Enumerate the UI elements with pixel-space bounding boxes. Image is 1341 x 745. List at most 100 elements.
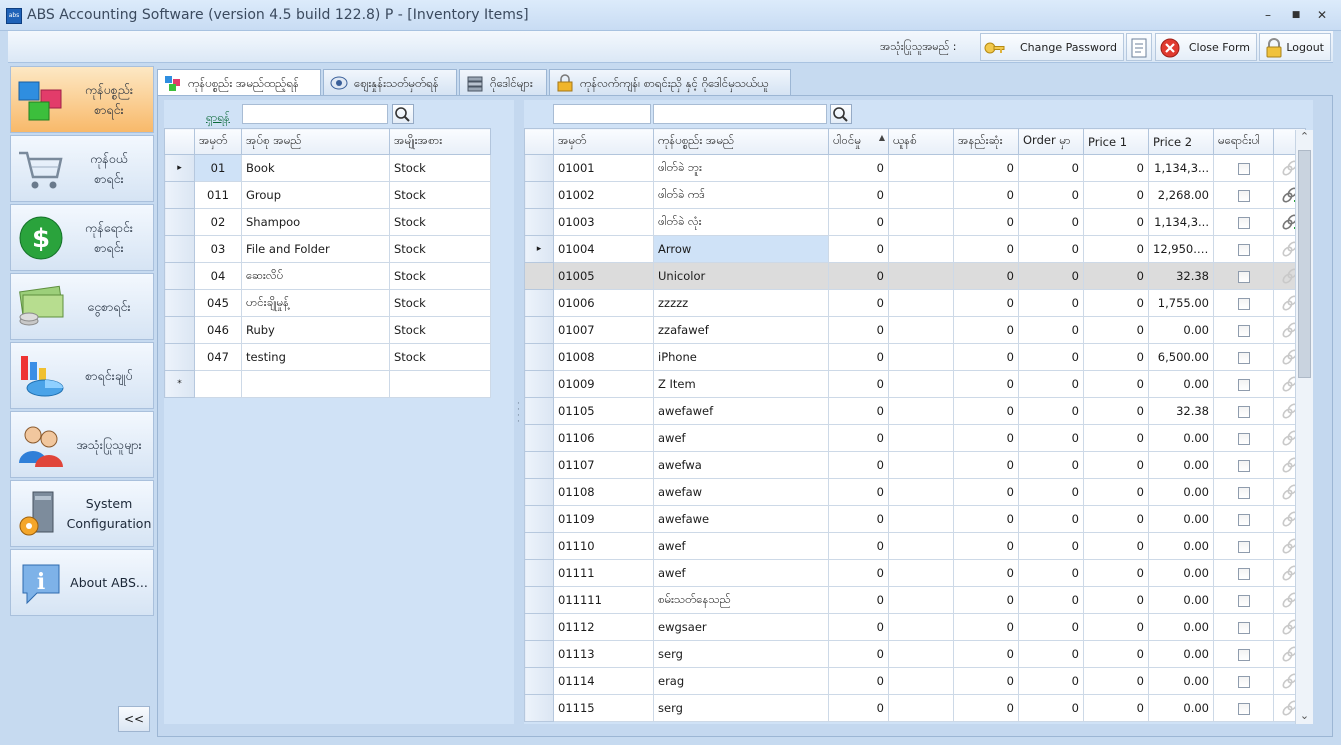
discontinued-checkbox[interactable]	[1237, 567, 1250, 580]
groups-col-code[interactable]: အမှတ်	[194, 128, 242, 155]
item-name-cell[interactable]: ဖါတ်ခဲ ဘူး	[653, 154, 829, 182]
group-code-cell[interactable]: 046	[194, 316, 242, 344]
close-form-button[interactable]: Close Form	[1155, 33, 1257, 61]
table-row[interactable]: 04 ဆေးလိပ် Stock	[164, 262, 491, 290]
group-name-cell[interactable]: testing	[241, 343, 390, 371]
item-min-cell[interactable]: 0	[953, 208, 1019, 236]
item-unit-cell[interactable]	[888, 559, 954, 587]
table-row[interactable]: 01110 awef 0 0 0 0 0.00	[524, 532, 1306, 560]
item-order-cell[interactable]: 0	[1018, 451, 1084, 479]
discontinued-checkbox[interactable]	[1237, 432, 1250, 445]
group-name-cell[interactable]: Shampoo	[241, 208, 390, 236]
new-row-cell[interactable]	[389, 370, 491, 398]
table-row[interactable]: 01113 serg 0 0 0 0 0.00	[524, 640, 1306, 668]
item-unit-cell[interactable]	[888, 262, 954, 290]
table-row[interactable]: 01114 erag 0 0 0 0 0.00	[524, 667, 1306, 695]
groups-col-name[interactable]: အုပ်စု အမည်	[241, 128, 390, 155]
tab-stock-adjustments[interactable]: ကုန်လက်ကျန်၊ စာရင်းညှိ နှင့် ဂိုဒေါင်မှသ…	[549, 69, 791, 95]
row-header[interactable]	[524, 667, 554, 695]
discontinued-checkbox[interactable]	[1237, 675, 1250, 688]
group-type-cell[interactable]: Stock	[389, 181, 491, 209]
item-order-cell[interactable]: 0	[1018, 316, 1084, 344]
groups-search-button[interactable]	[392, 104, 414, 124]
row-header[interactable]	[524, 613, 554, 641]
items-col-price2[interactable]: Price 2	[1148, 128, 1214, 155]
items-search-name-input[interactable]	[653, 104, 827, 124]
table-row[interactable]: 01007 zzafawef 0 0 0 0 0.00	[524, 316, 1306, 344]
nav-item-cash[interactable]: ငွေစာရင်း	[10, 273, 154, 340]
group-code-cell[interactable]: 02	[194, 208, 242, 236]
item-code-cell[interactable]: 01105	[553, 397, 654, 425]
discontinued-checkbox[interactable]	[1237, 594, 1250, 607]
item-unit-cell[interactable]	[888, 316, 954, 344]
item-price2-cell[interactable]: 0.00	[1148, 667, 1214, 695]
nav-item-inventory[interactable]: ကုန်ပစ္စည်း စာရင်း	[10, 66, 154, 133]
item-price1-cell[interactable]: 0	[1083, 667, 1149, 695]
items-col-order[interactable]: Order မှာ	[1018, 128, 1084, 155]
item-min-cell[interactable]: 0	[953, 235, 1019, 263]
item-name-cell[interactable]: awef	[653, 532, 829, 560]
item-price1-cell[interactable]: 0	[1083, 397, 1149, 425]
item-code-cell[interactable]: 01110	[553, 532, 654, 560]
table-row[interactable]: 01009 Z Item 0 0 0 0 0.00	[524, 370, 1306, 398]
new-row-cell[interactable]	[241, 370, 390, 398]
item-qty-cell[interactable]: 0	[828, 343, 889, 371]
item-price2-cell[interactable]: 1,755.00	[1148, 289, 1214, 317]
item-qty-cell[interactable]: 0	[828, 154, 889, 182]
item-min-cell[interactable]: 0	[953, 154, 1019, 182]
group-name-cell[interactable]: ဟင်းချိုမှုန့်	[241, 289, 390, 317]
item-price2-cell[interactable]: 2,268.00	[1148, 181, 1214, 209]
scroll-thumb[interactable]	[1298, 150, 1311, 378]
item-code-cell[interactable]: 01106	[553, 424, 654, 452]
scroll-up-button[interactable]: ⌃	[1296, 130, 1313, 143]
item-min-cell[interactable]: 0	[953, 478, 1019, 506]
row-header[interactable]	[524, 694, 554, 722]
item-name-cell[interactable]: awef	[653, 424, 829, 452]
row-header[interactable]	[164, 289, 195, 317]
item-unit-cell[interactable]	[888, 154, 954, 182]
row-header[interactable]: ▸	[164, 154, 195, 182]
item-price2-cell[interactable]: 0.00	[1148, 694, 1214, 722]
table-row[interactable]: 03 File and Folder Stock	[164, 235, 491, 263]
discontinued-checkbox[interactable]	[1237, 270, 1250, 283]
discontinued-checkbox[interactable]	[1237, 621, 1250, 634]
items-col-min[interactable]: အနည်းဆုံး	[953, 128, 1019, 155]
group-type-cell[interactable]: Stock	[389, 262, 491, 290]
row-header[interactable]	[524, 559, 554, 587]
tab-pricing[interactable]: ဈေးနှုန်းသတ်မှတ်ရန်	[323, 69, 457, 95]
item-min-cell[interactable]: 0	[953, 667, 1019, 695]
item-name-cell[interactable]: awef	[653, 559, 829, 587]
item-price1-cell[interactable]: 0	[1083, 235, 1149, 263]
item-order-cell[interactable]: 0	[1018, 559, 1084, 587]
row-header[interactable]	[524, 370, 554, 398]
table-row[interactable]: ▸ 01004 Arrow 0 0 0 0 12,950.00	[524, 235, 1306, 263]
item-qty-cell[interactable]: 0	[828, 613, 889, 641]
row-header[interactable]	[524, 532, 554, 560]
item-order-cell[interactable]: 0	[1018, 640, 1084, 668]
item-name-cell[interactable]: serg	[653, 640, 829, 668]
item-price2-cell[interactable]: 0.00	[1148, 586, 1214, 614]
item-name-cell[interactable]: zzzzz	[653, 289, 829, 317]
item-order-cell[interactable]: 0	[1018, 424, 1084, 452]
item-name-cell[interactable]: Unicolor	[653, 262, 829, 290]
item-unit-cell[interactable]	[888, 424, 954, 452]
row-header[interactable]	[524, 316, 554, 344]
item-price1-cell[interactable]: 0	[1083, 424, 1149, 452]
discontinued-checkbox[interactable]	[1237, 162, 1250, 175]
row-header[interactable]	[524, 586, 554, 614]
table-row[interactable]: 01108 awefaw 0 0 0 0 0.00	[524, 478, 1306, 506]
item-name-cell[interactable]: zzafawef	[653, 316, 829, 344]
item-name-cell[interactable]: awefawef	[653, 397, 829, 425]
change-password-button[interactable]: Change Password	[980, 33, 1124, 61]
group-code-cell[interactable]: 01	[194, 154, 242, 182]
item-price2-cell[interactable]: 0.00	[1148, 613, 1214, 641]
item-unit-cell[interactable]	[888, 208, 954, 236]
item-order-cell[interactable]: 0	[1018, 694, 1084, 722]
item-min-cell[interactable]: 0	[953, 613, 1019, 641]
row-header[interactable]	[524, 424, 554, 452]
table-row[interactable]: 01115 serg 0 0 0 0 0.00	[524, 694, 1306, 722]
item-min-cell[interactable]: 0	[953, 451, 1019, 479]
item-code-cell[interactable]: 01108	[553, 478, 654, 506]
item-min-cell[interactable]: 0	[953, 262, 1019, 290]
new-row-cell[interactable]	[194, 370, 242, 398]
